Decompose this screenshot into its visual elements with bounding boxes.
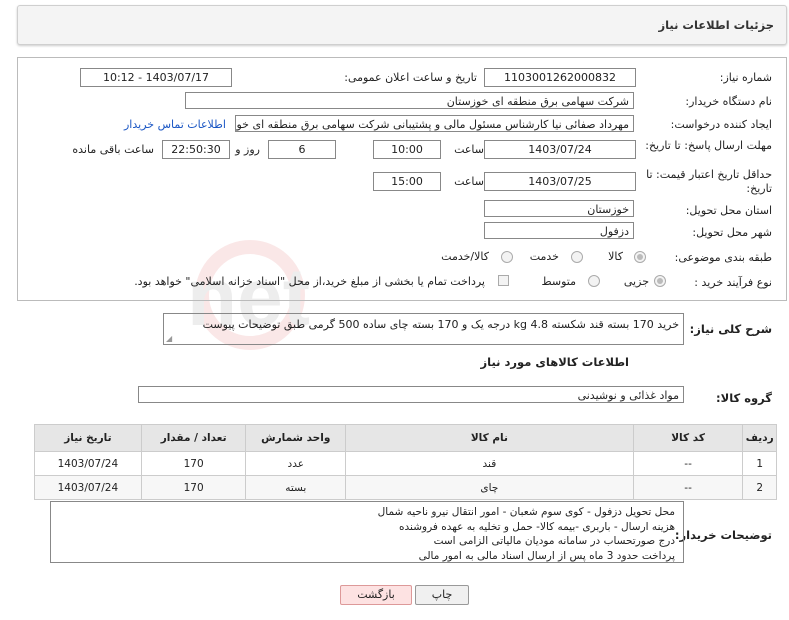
- print-button[interactable]: چاپ: [415, 585, 469, 605]
- summary-textarea[interactable]: خرید 170 بسته قند شکسته 4.8 kg درجه یک و…: [163, 313, 684, 345]
- buyer-org-label: نام دستگاه خریدار:: [685, 95, 772, 108]
- cell-quantity: 170: [140, 475, 247, 500]
- resize-handle-icon[interactable]: ◢: [166, 334, 172, 343]
- reply-time-field: 10:00: [373, 140, 441, 159]
- city-field: دزفول: [484, 222, 634, 239]
- table-header-row: ردیف کد کالا نام کالا واحد شمارش تعداد /…: [34, 424, 777, 452]
- cell-unit: بسته: [245, 475, 347, 500]
- cell-code: --: [632, 451, 744, 476]
- buyer-notes-line: محل تحویل دزفول - کوی سوم شعبان - امور ا…: [377, 506, 675, 518]
- buyer-notes-label: توضیحات خریدار:: [674, 528, 772, 542]
- price-deadline-label: حداقل تاریخ اعتبار قیمت: تا تاریخ:: [646, 168, 772, 195]
- price-time-field: 15:00: [373, 172, 441, 191]
- page-header: جزئیات اطلاعات نیاز: [17, 5, 787, 45]
- need-number-label: شماره نیاز:: [719, 71, 772, 84]
- category-radio-goods[interactable]: [634, 251, 646, 263]
- category-option-goods: کالا: [608, 250, 623, 263]
- province-label: استان محل تحویل:: [685, 204, 772, 217]
- table-row: 1 -- قند عدد 170 1403/07/24: [34, 451, 777, 476]
- col-header-need-date: تاریخ نیاز: [34, 424, 142, 452]
- price-time-label: ساعت: [454, 175, 484, 188]
- cell-row-number: 1: [742, 451, 777, 476]
- col-header-quantity: تعداد / مقدار: [140, 424, 247, 452]
- reply-deadline-label: مهلت ارسال پاسخ: تا تاریخ:: [645, 139, 772, 152]
- buyer-notes-line: درج صورتحساب در سامانه مودیان مالیاتی ال…: [433, 535, 675, 547]
- buyer-org-field: شرکت سهامی برق منطقه ای خوزستان: [185, 92, 634, 109]
- cell-quantity: 170: [140, 451, 247, 476]
- buyer-notes-textarea[interactable]: محل تحویل دزفول - کوی سوم شعبان - امور ا…: [50, 501, 684, 563]
- cell-need-date: 1403/07/24: [34, 451, 142, 476]
- city-label: شهر محل تحویل:: [692, 226, 772, 239]
- creator-field: مهرداد صفائی نیا کارشناس مسئول مالی و پش…: [235, 115, 634, 132]
- reply-date-field: 1403/07/24: [484, 140, 636, 159]
- table-row: 2 -- چای بسته 170 1403/07/24: [34, 475, 777, 500]
- page-title: جزئیات اطلاعات نیاز: [658, 18, 774, 32]
- buyer-contact-link[interactable]: اطلاعات تماس خریدار: [124, 118, 226, 131]
- col-header-row-number: ردیف: [742, 424, 777, 452]
- cell-unit: عدد: [245, 451, 347, 476]
- category-option-both: کالا/خدمت: [441, 250, 489, 263]
- col-header-code: کد کالا: [632, 424, 744, 452]
- goods-section-title: اطلاعات کالاهای مورد نیاز: [480, 355, 629, 369]
- cell-need-date: 1403/07/24: [34, 475, 142, 500]
- cell-name: چای: [345, 475, 634, 500]
- category-option-service: خدمت: [529, 250, 559, 263]
- buyer-notes-line: هزینه ارسال - باربری -بیمه کالا- حمل و ت…: [399, 520, 675, 533]
- cell-name: قند: [345, 451, 634, 476]
- category-radio-service[interactable]: [571, 251, 583, 263]
- category-label: طبقه بندی موضوعی:: [674, 251, 772, 264]
- goods-group-label: گروه کالا:: [716, 391, 772, 405]
- purchase-option-medium: متوسط: [541, 275, 576, 288]
- col-header-name: نام کالا: [345, 424, 634, 452]
- cell-row-number: 2: [742, 475, 777, 500]
- purchase-option-small: جزیی: [623, 275, 649, 288]
- purchase-radio-small[interactable]: [654, 275, 666, 287]
- back-button[interactable]: بازگشت: [340, 585, 412, 605]
- goods-table: ردیف کد کالا نام کالا واحد شمارش تعداد /…: [34, 424, 777, 500]
- remaining-time-field: 22:50:30: [162, 140, 230, 159]
- remaining-label: ساعت باقی مانده: [72, 143, 154, 156]
- need-number-field: 1103001262000832: [484, 68, 636, 87]
- summary-label: شرح کلی نیاز:: [689, 322, 772, 336]
- days-field: 6: [268, 140, 336, 159]
- province-field: خوزستان: [484, 200, 634, 217]
- announce-label: تاریخ و ساعت اعلان عمومی:: [344, 71, 477, 84]
- reply-time-label: ساعت: [454, 143, 484, 156]
- announce-field: 1403/07/17 - 10:12: [80, 68, 232, 87]
- cell-code: --: [632, 475, 744, 500]
- goods-group-field: مواد غذائی و نوشیدنی: [138, 386, 684, 403]
- treasury-payment-note: پرداخت تمام یا بخشی از مبلغ خرید،از محل …: [134, 275, 485, 288]
- purchase-type-label: نوع فرآیند خرید :: [694, 276, 772, 289]
- creator-label: ایجاد کننده درخواست:: [670, 118, 772, 131]
- price-date-field: 1403/07/25: [484, 172, 636, 191]
- col-header-unit: واحد شمارش: [245, 424, 347, 452]
- buyer-notes-line: پرداخت حدود 3 ماه پس از ارسال اسناد مالی…: [418, 549, 675, 562]
- treasury-payment-checkbox[interactable]: [498, 275, 509, 286]
- days-label: روز و: [235, 143, 260, 156]
- summary-text: خرید 170 بسته قند شکسته 4.8 kg درجه یک و…: [202, 318, 679, 331]
- purchase-radio-medium[interactable]: [588, 275, 600, 287]
- category-radio-both[interactable]: [501, 251, 513, 263]
